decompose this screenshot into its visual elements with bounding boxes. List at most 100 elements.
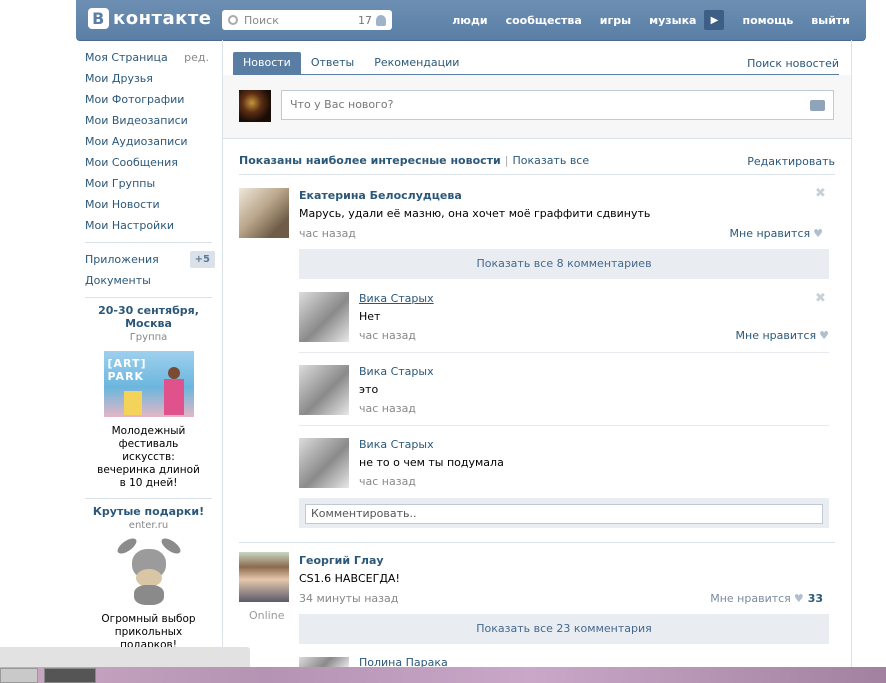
taskbar-button[interactable] [44,668,96,683]
search-news-link[interactable]: Поиск новостей [747,57,839,70]
close-icon[interactable]: ✖ [815,186,826,201]
nav-music[interactable]: музыка [649,14,696,27]
person-icon [376,14,386,26]
post-author[interactable]: Георгий Глау [299,554,384,567]
nav-communities[interactable]: сообщества [506,14,582,27]
sidebar-item-label: Мои Сообщения [85,156,178,169]
top-bar: В контакте Поиск 17 люди сообщества игры… [76,0,866,41]
filter-separator: | [504,154,509,167]
comment-author[interactable]: Вика Старых [359,292,434,305]
comment-author[interactable]: Вика Старых [359,365,434,378]
tab-answers[interactable]: Ответы [301,52,364,74]
sidebar-item-audio[interactable]: Мои Аудиозаписи [76,131,221,152]
heart-icon: ♥ [793,592,804,605]
avatar[interactable] [299,657,349,667]
sidebar-item-label: Документы [85,274,151,287]
post-time[interactable]: 34 минуты назад [299,592,398,605]
like-button[interactable]: Мне нравится ♥ [736,329,829,342]
show-comments-button[interactable]: Показать все 8 комментариев [299,249,829,279]
sidebar-item-label: Мои Видеозаписи [85,114,188,127]
search-input[interactable]: Поиск 17 [222,10,392,30]
comment-author[interactable]: Вика Старых [359,438,434,451]
divider [85,498,212,499]
comment-time[interactable]: час назад [359,475,416,488]
my-avatar[interactable] [239,90,271,122]
sidebar-item-my-page[interactable]: Моя Страница ред. [76,47,221,68]
avatar[interactable] [239,552,289,602]
sidebar-item-label: Приложения [85,253,159,266]
search-icon [228,15,238,25]
show-all-link[interactable]: Показать все [512,154,589,167]
window-overlay [0,647,250,667]
sidebar-item-label: Моя Страница [85,51,168,64]
tab-recommendations[interactable]: Рекомендации [364,52,469,74]
like-label: Мне нравится [710,592,791,605]
nav-games[interactable]: игры [600,14,631,27]
show-comments-button[interactable]: Показать все 23 комментария [299,614,829,644]
ad-image[interactable]: [ART] PARK [103,351,194,417]
sidebar-item-label: Мои Фотографии [85,93,185,106]
logo-text: контакте [113,8,212,29]
feed-tabs: Новости Ответы Рекомендации [233,52,469,74]
vk-logo[interactable]: В контакте [88,8,211,29]
comment-text: не то о чем ты подумала [359,456,504,469]
status-composer: Что у Вас нового? [223,75,851,139]
post-text: CS1.6 НАВСЕГДА! [299,572,400,585]
taskbar-button[interactable] [0,668,38,683]
tab-news[interactable]: Новости [233,52,301,74]
ad-block-artpark[interactable]: 20-30 сентября, Москва Группа [ART] PARK… [76,304,221,490]
search-placeholder: Поиск [244,13,279,27]
avatar[interactable] [299,438,349,488]
feed-filter: Показаны наиболее интересные новости | Пок… [239,154,589,167]
sidebar-item-documents[interactable]: Документы [76,270,221,291]
like-label: Мне нравится [729,227,811,240]
apps-badge[interactable]: +5 [189,251,215,268]
ad-subtitle: enter.ru [128,520,169,531]
ad-subtitle: Группа [129,332,168,343]
sidebar-item-apps[interactable]: Приложения +5 [76,249,221,270]
comment-box: Комментировать.. [299,498,829,528]
sidebar-item-label: Мои Аудиозаписи [85,135,188,148]
search-count: 17 [358,13,372,27]
sidebar-item-photos[interactable]: Мои Фотографии [76,89,221,110]
sidebar-item-settings[interactable]: Мои Настройки [76,215,221,236]
status-input[interactable]: Что у Вас нового? [281,90,834,120]
avatar[interactable] [299,292,349,342]
like-button[interactable]: Мне нравится ♥ 33 [710,592,823,605]
sidebar-item-groups[interactable]: Мои Группы [76,173,221,194]
camera-icon[interactable] [810,100,825,111]
edit-link[interactable]: ред. [184,47,209,68]
close-icon[interactable]: ✖ [815,291,826,306]
avatar[interactable] [299,365,349,415]
sidebar-item-label: Мои Настройки [85,219,174,232]
edit-feed-link[interactable]: Редактировать [747,155,835,168]
ad-title[interactable]: Крутые подарки! [82,505,215,518]
nav-help[interactable]: помощь [742,14,793,27]
post-author[interactable]: Екатерина Белослудцева [299,189,462,202]
nav-people[interactable]: люди [452,14,487,27]
ad-block-gifts[interactable]: Крутые подарки! enter.ru Огромный выбор … [76,505,221,652]
person-figure-icon [123,391,142,415]
divider [239,542,835,543]
sidebar-item-videos[interactable]: Мои Видеозаписи [76,110,221,131]
person-figure-icon [163,379,184,415]
donkey-toy-image[interactable] [114,535,184,607]
sidebar-item-friends[interactable]: Мои Друзья [76,68,221,89]
comment-input[interactable]: Комментировать.. [305,504,823,524]
ad-description: Молодежный фестиваль искусств: вечеринка… [97,425,200,489]
avatar[interactable] [239,188,289,238]
top-nav: люди сообщества игры музыка ▶ помощь вый… [434,0,850,40]
divider [299,425,829,426]
divider [239,174,835,175]
play-icon[interactable]: ▶ [704,10,725,30]
comment-time[interactable]: час назад [359,402,416,415]
nav-logout[interactable]: выйти [811,14,850,27]
post-time[interactable]: час назад [299,227,356,240]
ad-title[interactable]: 20-30 сентября, Москва [94,304,204,330]
comment-time[interactable]: час назад [359,329,416,342]
sidebar-item-messages[interactable]: Мои Сообщения [76,152,221,173]
like-count: 33 [807,592,823,605]
like-button[interactable]: Мне нравится ♥ [730,227,823,240]
sidebar-item-news[interactable]: Мои Новости [76,194,221,215]
post-text: Марусь, удали её мазню, она хочет моё гр… [299,207,651,220]
